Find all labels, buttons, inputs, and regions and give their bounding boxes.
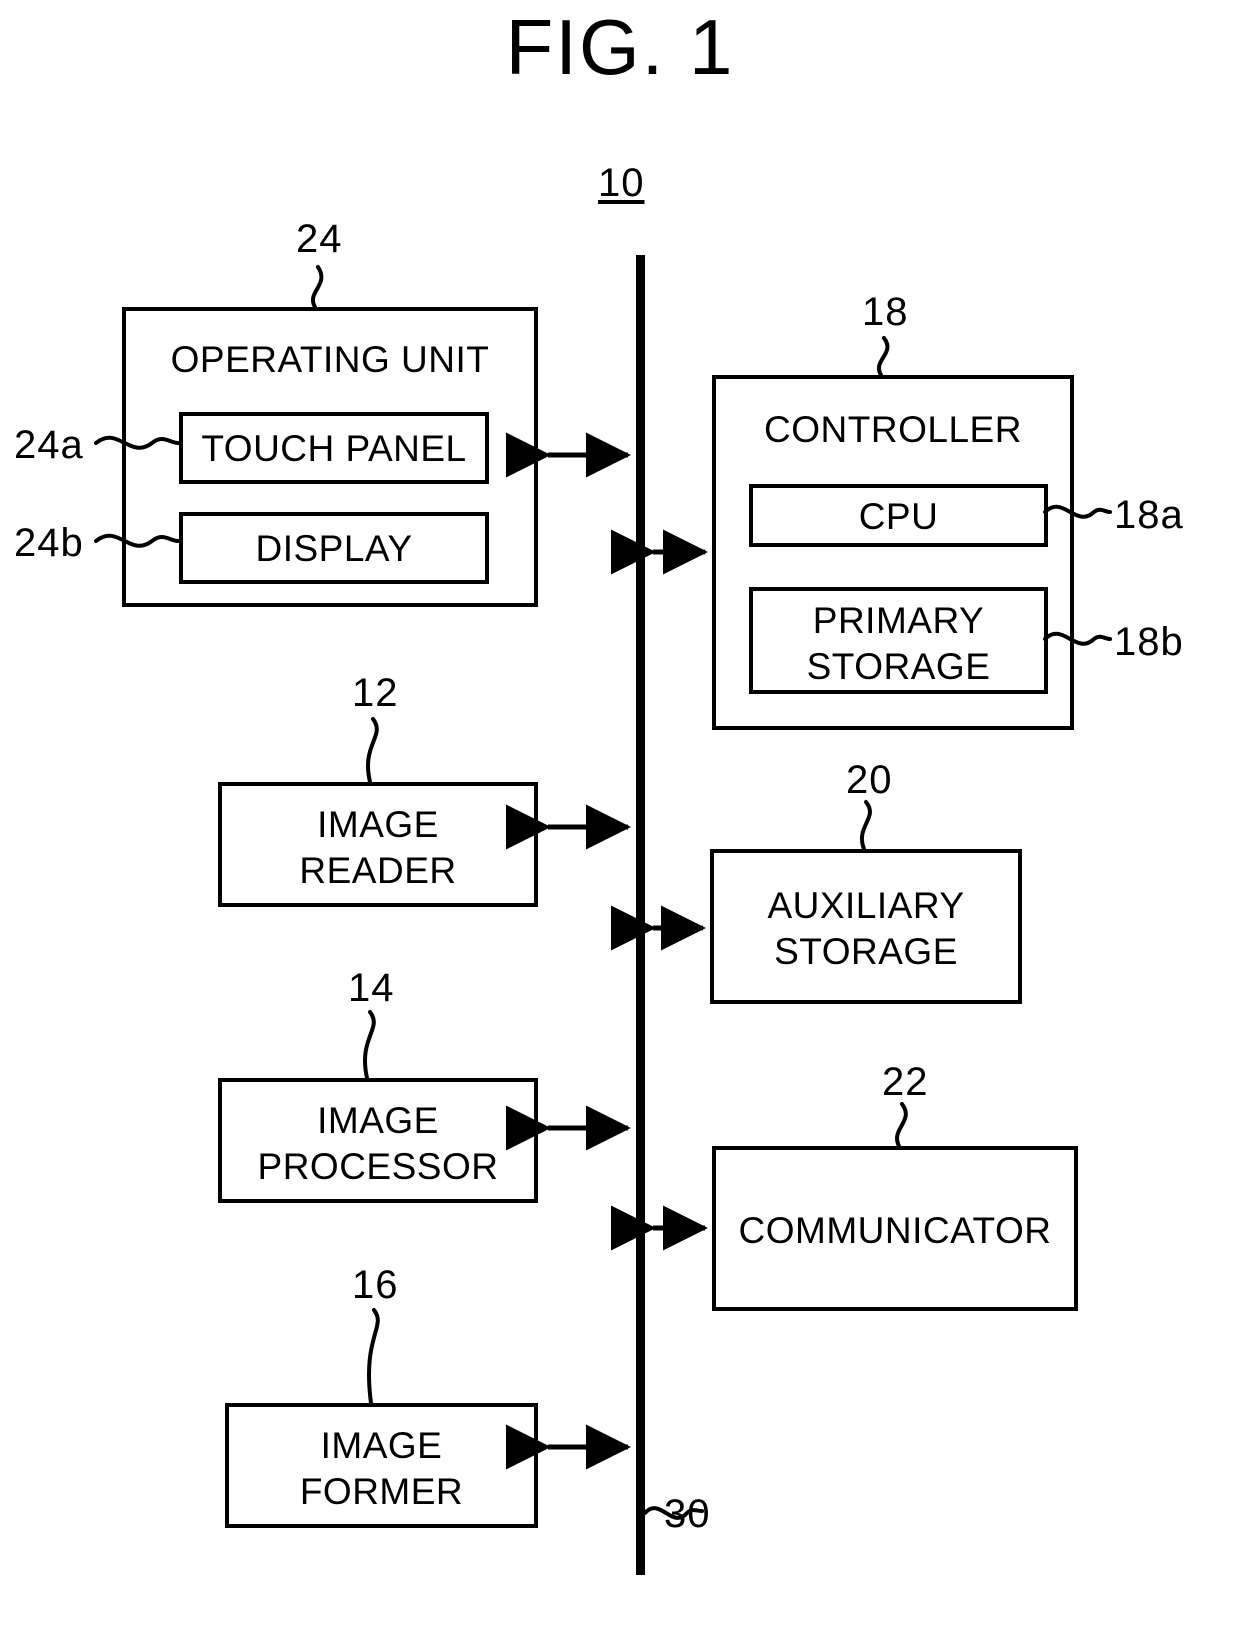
leader-14 <box>363 1010 376 1080</box>
cpu-block: CPU <box>749 484 1048 547</box>
primary-storage-block: PRIMARY STORAGE <box>749 587 1048 694</box>
leader-16 <box>367 1308 380 1405</box>
numeral-24b: 24b <box>14 521 84 565</box>
numeral-14: 14 <box>348 966 395 1010</box>
system-bus-line <box>636 255 645 1575</box>
numeral-10: 10 <box>598 161 645 205</box>
controller-block: CONTROLLER CPU PRIMARY STORAGE <box>712 375 1074 730</box>
numeral-24: 24 <box>296 217 343 261</box>
numeral-20: 20 <box>846 758 893 802</box>
leader-18 <box>877 336 890 377</box>
image-reader-label: IMAGE READER <box>299 804 457 891</box>
auxiliary-storage-block: AUXILIARY STORAGE <box>710 849 1022 1004</box>
cpu-label: CPU <box>858 496 939 537</box>
primary-storage-label: PRIMARY STORAGE <box>806 600 991 687</box>
display-label: DISPLAY <box>255 528 413 569</box>
communicator-label: COMMUNICATOR <box>738 1210 1052 1251</box>
numeral-18: 18 <box>862 290 909 334</box>
numeral-18b: 18b <box>1114 620 1184 664</box>
communicator-block: COMMUNICATOR <box>712 1146 1078 1311</box>
auxiliary-storage-label: AUXILIARY STORAGE <box>767 885 965 972</box>
operating-unit-block: OPERATING UNIT TOUCH PANEL DISPLAY <box>122 307 538 607</box>
touch-panel-label: TOUCH PANEL <box>201 428 467 469</box>
numeral-16: 16 <box>352 1263 399 1307</box>
leader-20 <box>860 800 872 851</box>
image-reader-block: IMAGE READER <box>218 782 538 907</box>
figure-page: FIG. 1 OPERATING UNIT TOUCH PANEL DISPLA… <box>0 0 1240 1634</box>
touch-panel-block: TOUCH PANEL <box>179 412 489 484</box>
numeral-24a: 24a <box>14 423 84 467</box>
image-processor-block: IMAGE PROCESSOR <box>218 1078 538 1203</box>
numeral-22: 22 <box>882 1060 929 1104</box>
leader-24 <box>311 265 324 309</box>
leader-22 <box>895 1102 908 1148</box>
numeral-18a: 18a <box>1114 493 1184 537</box>
image-former-label: IMAGE FORMER <box>299 1425 464 1512</box>
image-processor-label: IMAGE PROCESSOR <box>257 1100 499 1187</box>
controller-label: CONTROLLER <box>764 409 1022 450</box>
leader-12 <box>366 717 379 784</box>
numeral-12: 12 <box>352 671 399 715</box>
display-block: DISPLAY <box>179 512 489 584</box>
image-former-block: IMAGE FORMER <box>225 1403 538 1528</box>
numeral-30: 30 <box>664 1492 711 1536</box>
connector-overlay <box>94 265 1112 1520</box>
figure-title: FIG. 1 <box>505 3 735 91</box>
operating-unit-label: OPERATING UNIT <box>170 339 490 380</box>
